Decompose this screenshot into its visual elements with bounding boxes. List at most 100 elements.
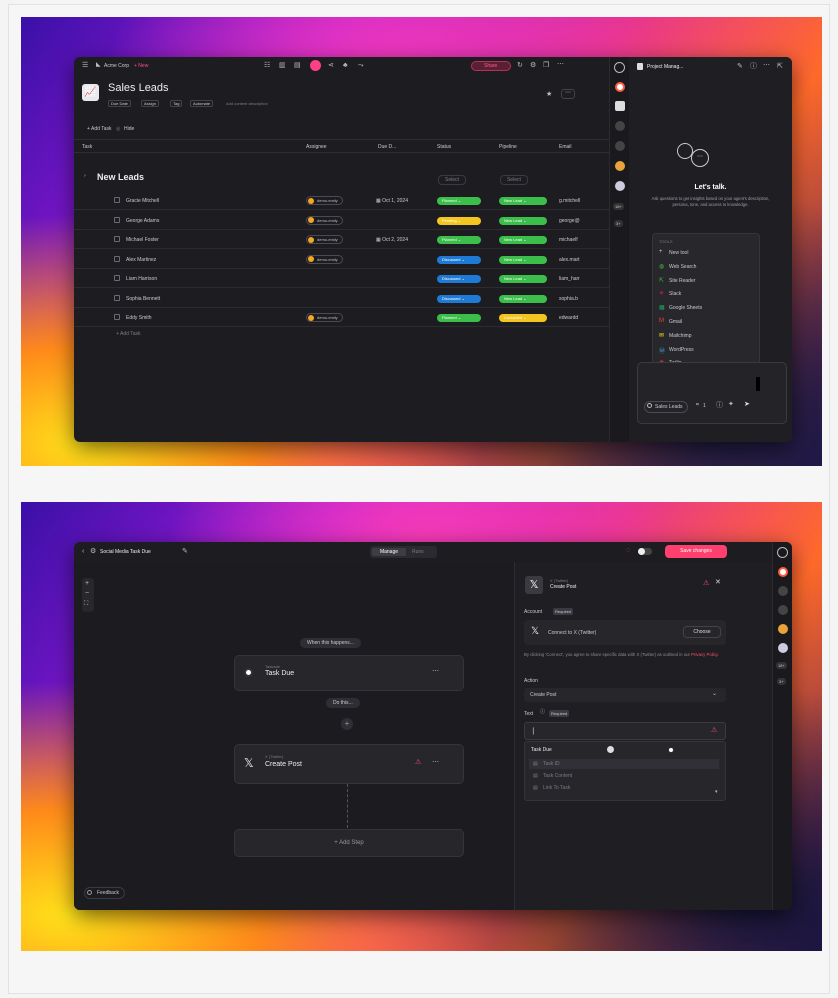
action-select[interactable]: Create Post ⌄ <box>524 688 726 702</box>
pipeline-pill[interactable]: New Lead ⌄ <box>499 197 547 205</box>
insert-step-icon[interactable]: + <box>341 718 353 730</box>
tool-item[interactable]: + New tool <box>659 248 755 258</box>
table-row[interactable]: Liam Harrison Discussed ⌄ New Lead ⌄ liam_h… <box>74 269 609 288</box>
assignee-chip[interactable]: demo-emily <box>306 196 343 205</box>
column-pipeline[interactable]: Pipeline <box>499 144 517 150</box>
chat-composer[interactable]: Sales Leads 1 ⌗ ⓘ ✦ ➤ <box>637 362 787 424</box>
tool-item[interactable]: ▦ Google Sheets <box>659 303 755 313</box>
hide-button[interactable]: Hide <box>124 126 134 132</box>
task-name[interactable]: George Adams <box>126 218 159 224</box>
table-row[interactable]: Alex Martinez demo-emily Discussed ⌄ New Le… <box>74 250 609 269</box>
more-icon[interactable]: ⋯ <box>557 61 564 68</box>
rail-avatar-icon[interactable] <box>778 624 788 634</box>
list-view-icon[interactable]: ☷ <box>264 62 270 69</box>
status-pill[interactable]: Discussed ⌄ <box>437 275 481 283</box>
attach-icon[interactable]: ⌗ <box>696 403 699 408</box>
task-checkbox[interactable] <box>114 216 120 223</box>
tool-item[interactable]: M Gmail <box>659 317 755 327</box>
table-row[interactable]: Sophia Bennett Discussed ⌄ New Lead ⌄ sophi… <box>74 289 609 308</box>
edit-icon[interactable]: ✎ <box>737 63 743 70</box>
task-name[interactable]: Alex Martinez <box>126 257 156 263</box>
email-cell[interactable]: g.mitchell <box>559 198 580 204</box>
assignee-chip[interactable]: demo-emily <box>306 254 343 264</box>
email-cell[interactable]: alex.mart <box>559 257 580 263</box>
rename-icon[interactable]: ✎ <box>182 548 188 555</box>
table-row[interactable]: Eddy Smith demo-emily Planned ⌄ Contacted ⌄… <box>74 308 609 327</box>
rail-toggle-icon[interactable] <box>614 62 625 73</box>
board-view-icon[interactable]: ▥ <box>279 62 286 69</box>
assignee-chip[interactable]: demo-emily <box>306 313 343 322</box>
rail-avatar-icon[interactable] <box>615 141 625 151</box>
status-pill[interactable]: Discussed ⌄ <box>437 294 481 303</box>
tool-item[interactable]: Ⓦ WordPress <box>659 345 755 355</box>
status-pill[interactable]: Planned ⌄ <box>437 236 481 244</box>
ai-agent-icon[interactable] <box>310 60 321 71</box>
copy-icon[interactable]: ❐ <box>543 62 549 69</box>
pipeline-pill[interactable]: Contacted ⌄ <box>499 314 547 322</box>
flow-canvas[interactable]: + − ⛶ When this happens... Taskade Task … <box>74 562 514 910</box>
dropdown-item[interactable]: ▤ Task Content <box>529 771 719 781</box>
add-task-button[interactable]: + Add Task <box>87 126 112 132</box>
column-email[interactable]: Email <box>559 144 572 150</box>
rail-avatar-icon[interactable] <box>778 586 788 596</box>
column-status[interactable]: Status <box>437 144 451 150</box>
assign-button[interactable]: Assign <box>141 100 160 107</box>
status-select[interactable]: Select <box>438 175 466 185</box>
choose-button[interactable]: Choose <box>683 626 721 638</box>
org-chart-icon[interactable]: ♣ <box>343 62 348 69</box>
due-date[interactable]: ▦ Oct 2, 2024 <box>376 237 408 243</box>
action-node[interactable]: 𝕏 X (Twitter) Create Post ⚠ ⋯ <box>234 744 464 784</box>
task-checkbox[interactable] <box>114 294 120 301</box>
calendar-view-icon[interactable]: ▤ <box>294 62 301 69</box>
assignee-chip[interactable]: demo-emily <box>306 215 343 225</box>
table-row[interactable]: Michael Foster demo-emily ▦ Oct 2, 2024 Pla… <box>74 230 609 249</box>
pipeline-pill[interactable]: New Lead ⌄ <box>499 255 547 264</box>
due-date-button[interactable]: Due Date <box>108 100 131 107</box>
sidebar-toggle-icon[interactable]: ☰ <box>82 62 88 69</box>
task-checkbox[interactable] <box>114 197 120 203</box>
mindmap-icon[interactable]: ⋖ <box>328 62 334 69</box>
info-icon[interactable]: ⓘ <box>716 402 723 409</box>
task-name[interactable]: Sophia Bennett <box>126 296 160 302</box>
task-name[interactable]: Eddy Smith <box>126 315 152 321</box>
rail-doc-icon[interactable] <box>615 101 625 111</box>
email-cell[interactable]: sophia.b <box>559 296 578 302</box>
new-button[interactable]: + New <box>134 63 148 69</box>
task-name[interactable]: Liam Harrison <box>126 276 157 282</box>
status-pill[interactable]: Discussed ⌄ <box>437 255 481 264</box>
add-task-row[interactable]: + Add Task <box>116 331 141 337</box>
pipeline-pill[interactable]: New Lead ⌄ <box>499 275 547 283</box>
tool-item[interactable]: ✉ Mailchimp <box>659 331 755 341</box>
hide-icon[interactable]: ◎ <box>116 126 120 132</box>
automation-title[interactable]: Social Media Task Due <box>100 549 151 555</box>
save-changes-button[interactable]: Save changes <box>665 545 727 558</box>
email-cell[interactable]: george@ <box>559 218 580 224</box>
due-date[interactable]: ▦ Oct 1, 2024 <box>376 198 408 204</box>
pipeline-select[interactable]: Select <box>500 175 528 185</box>
node-more-icon[interactable]: ⋯ <box>432 668 439 675</box>
dropdown-item[interactable]: ▤ Task ID <box>529 759 719 769</box>
panel-more-icon[interactable]: ⋯ <box>763 62 770 69</box>
rail-avatar-icon[interactable] <box>778 643 788 653</box>
tool-item[interactable]: ✳ Slack <box>659 289 755 299</box>
task-checkbox[interactable] <box>114 275 120 281</box>
star-icon[interactable]: ★ <box>546 91 552 98</box>
workspace-name[interactable]: Acme Corp <box>104 63 129 69</box>
status-pill[interactable]: Planned ⌄ <box>437 314 481 322</box>
text-input[interactable]: ▏ ⚠ <box>524 722 726 740</box>
task-name[interactable]: Gracie Mitchell <box>126 198 159 204</box>
pipeline-pill[interactable]: New Lead ⌄ <box>499 216 547 225</box>
status-pill[interactable]: Pending ⌄ <box>437 216 481 225</box>
rail-avatar-icon[interactable] <box>778 605 788 615</box>
panel-title[interactable]: Project Manag... <box>647 64 683 70</box>
status-pill[interactable]: Planned ⌄ <box>437 197 481 205</box>
pipeline-pill[interactable]: New Lead ⌄ <box>499 236 547 244</box>
send-icon[interactable]: ➤ <box>744 401 750 408</box>
zoom-in-icon[interactable]: + <box>85 580 89 587</box>
column-assignee[interactable]: Assignee <box>306 144 327 150</box>
title-more-icon[interactable]: ⋯ <box>561 89 575 99</box>
group-collapse-icon[interactable]: › <box>84 174 86 179</box>
rail-avatar-icon[interactable] <box>615 161 625 171</box>
rail-avatar-icon[interactable] <box>615 121 625 131</box>
task-checkbox[interactable] <box>114 236 120 242</box>
